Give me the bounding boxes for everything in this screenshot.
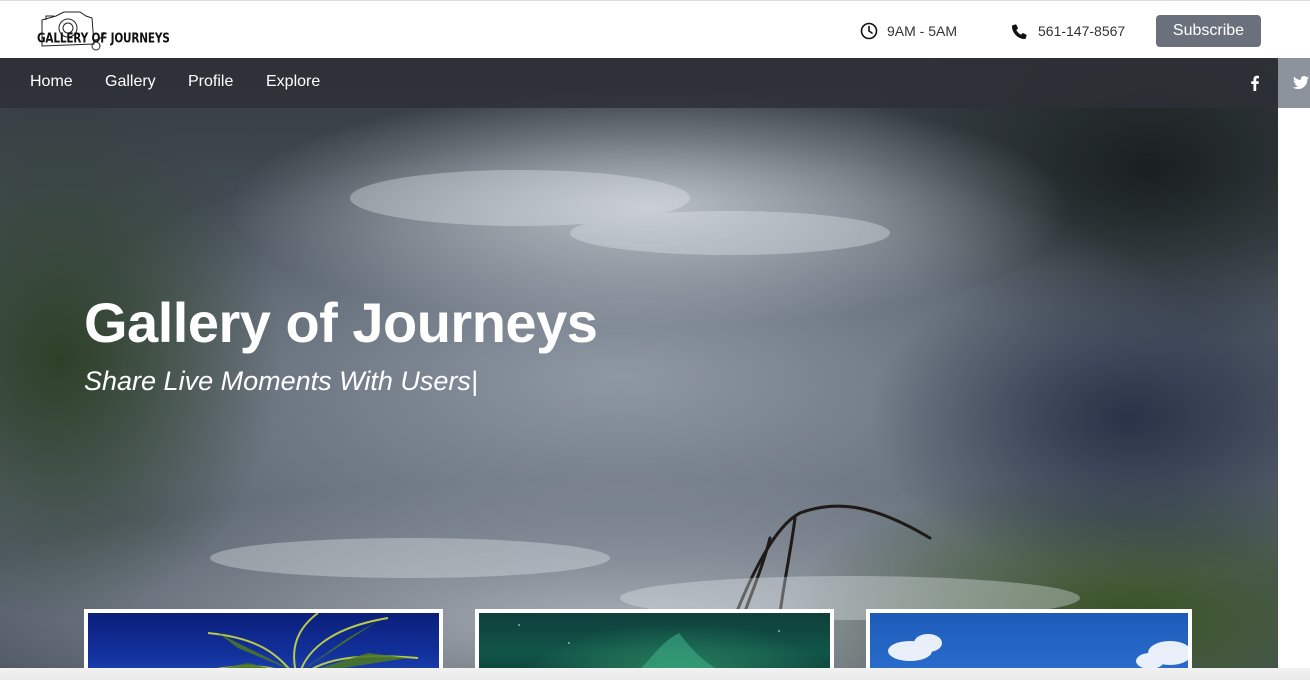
hero-subtitle: Share Live Moments With Users| <box>84 366 478 396</box>
hero-banner <box>0 58 1278 668</box>
clock-icon <box>860 22 878 40</box>
nav-item-home[interactable]: Home <box>30 73 73 91</box>
bottom-scroll-edge <box>0 668 1310 680</box>
page-right-gutter <box>1278 108 1310 680</box>
facebook-icon[interactable] <box>1246 74 1264 92</box>
site-logo[interactable]: GALLERY OF JOURNEYS <box>34 6 170 54</box>
phone-info: 561-147-8567 <box>1011 20 1125 42</box>
hours-text: 9AM - 5AM <box>887 23 958 39</box>
subscribe-button[interactable]: Subscribe <box>1156 15 1261 47</box>
phone-text[interactable]: 561-147-8567 <box>1038 23 1125 39</box>
main-nav: Home Gallery Profile Explore <box>0 58 1278 108</box>
hours-info: 9AM - 5AM <box>860 20 957 42</box>
logo-text: GALLERY OF JOURNEYS <box>37 31 170 46</box>
phone-icon <box>1012 23 1027 39</box>
nav-item-gallery[interactable]: Gallery <box>105 73 156 91</box>
top-bar: GALLERY OF JOURNEYS 9AM - 5AM 561-147-85… <box>0 0 1310 58</box>
nav-item-profile[interactable]: Profile <box>188 73 233 91</box>
waterfall-decoration <box>210 170 1080 660</box>
twitter-icon[interactable] <box>1292 75 1310 91</box>
camera-logo-icon <box>41 11 105 51</box>
hero-title: Gallery of Journeys <box>84 291 598 354</box>
nav-item-explore[interactable]: Explore <box>266 73 320 91</box>
